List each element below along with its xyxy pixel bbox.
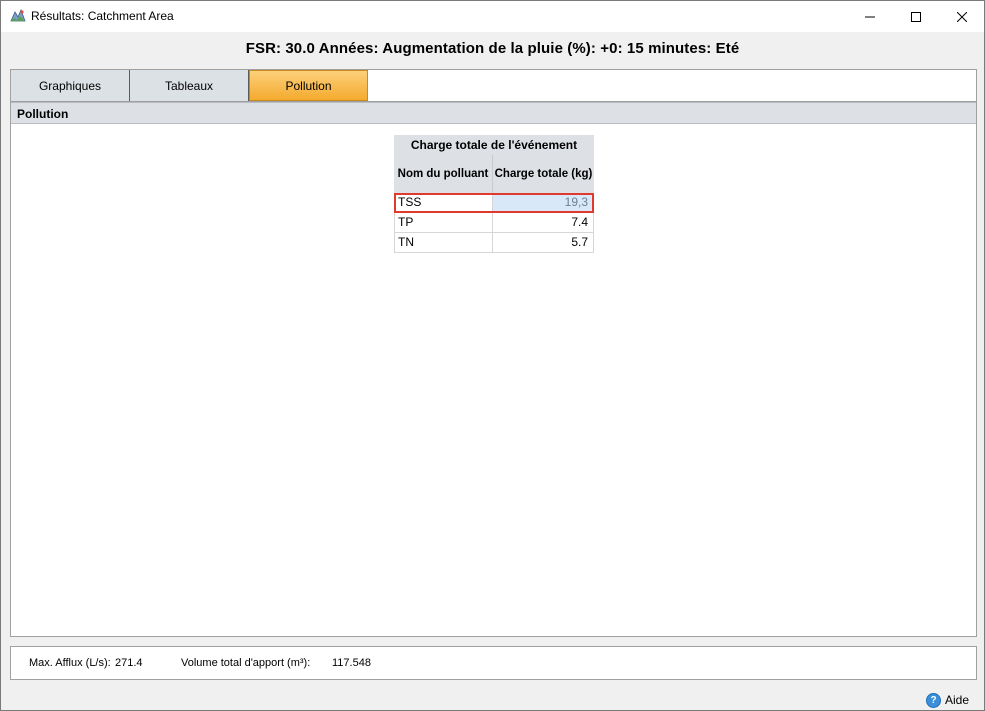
minimize-icon	[865, 16, 875, 17]
total-load-cell[interactable]: 19,3	[493, 193, 594, 212]
pollutant-name-cell[interactable]: TN	[394, 233, 493, 252]
pollution-panel: Pollution Charge totale de l'événement N…	[10, 101, 977, 637]
close-button[interactable]	[939, 1, 985, 32]
pollution-table: Charge totale de l'événement Nom du poll…	[394, 135, 595, 253]
help-label: Aide	[945, 693, 970, 707]
help-icon: ?	[926, 692, 941, 708]
results-header: FSR: 30.0 Années: Augmentation de la plu…	[245, 40, 740, 57]
title-bar[interactable]: Résultats: Catchment Area	[1, 1, 984, 32]
window-title: Résultats: Catchment Area	[31, 9, 174, 23]
pollutant-name-cell[interactable]: TSS	[394, 193, 493, 212]
table-row-tp[interactable]: TP 7.4	[394, 213, 594, 233]
table-caption: Charge totale de l'événement	[394, 135, 594, 155]
column-header-total-load[interactable]: Charge totale (kg)	[493, 155, 594, 193]
tab-pollution[interactable]: Pollution	[249, 70, 368, 101]
total-load-cell[interactable]: 5.7	[493, 233, 594, 252]
max-afflux-value: 271.4	[115, 657, 143, 669]
summary-bar: Max. Afflux (L/s): 271.4 Volume total d'…	[10, 646, 977, 680]
help-button[interactable]: ? Aide	[926, 692, 969, 708]
max-afflux-label: Max. Afflux (L/s):	[29, 657, 111, 669]
maximize-button[interactable]	[893, 1, 939, 32]
total-load-cell[interactable]: 7.4	[493, 213, 594, 232]
column-header-pollutant[interactable]: Nom du polluant	[394, 155, 493, 193]
table-row-tn[interactable]: TN 5.7	[394, 233, 594, 253]
panel-header: Pollution	[11, 102, 976, 124]
table-row-tss[interactable]: TSS 19,3	[394, 193, 594, 213]
maximize-icon	[911, 11, 921, 22]
app-icon	[10, 9, 26, 22]
minimize-button[interactable]	[847, 1, 893, 32]
total-volume-label: Volume total d'apport (m³):	[181, 657, 311, 669]
tab-strip: Graphiques Tableaux Pollution	[10, 69, 977, 101]
pollutant-name-cell[interactable]: TP	[394, 213, 493, 232]
tab-tableaux[interactable]: Tableaux	[130, 70, 249, 101]
panel-title: Pollution	[17, 107, 69, 121]
total-volume-value: 117.548	[332, 657, 371, 669]
close-icon	[957, 11, 967, 22]
table-header-row: Nom du polluant Charge totale (kg)	[394, 155, 594, 193]
results-window: Résultats: Catchment Area FSR: 30.0 Anné…	[0, 0, 985, 711]
tab-graphiques[interactable]: Graphiques	[11, 70, 130, 101]
